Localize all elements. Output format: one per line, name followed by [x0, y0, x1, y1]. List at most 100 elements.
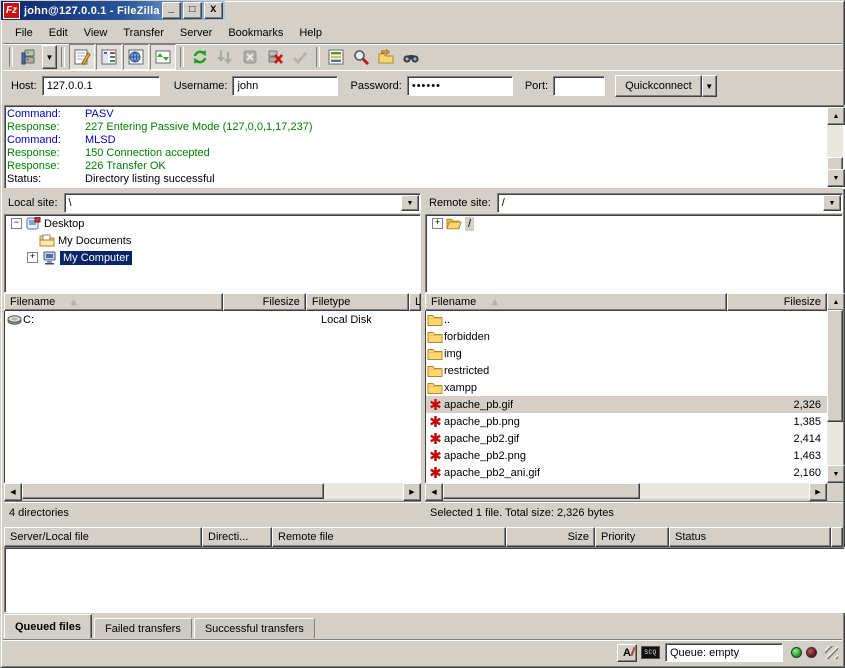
log-line: Response:227 Entering Passive Mode (127,… [7, 121, 826, 134]
scrollbar-thumb[interactable] [22, 483, 324, 499]
toggle-remote-tree-icon[interactable] [123, 44, 149, 70]
column-filesize[interactable]: Filesize [727, 293, 827, 311]
collapse-icon[interactable]: − [11, 218, 22, 229]
speed-limit-indicator-icon[interactable]: SCQ [641, 646, 660, 659]
disconnect-icon[interactable] [263, 45, 287, 69]
tab-failed-transfers[interactable]: Failed transfers [94, 618, 192, 638]
site-manager-dropdown[interactable]: ▼ [42, 45, 57, 69]
title-bar[interactable]: Fz john@127.0.0.1 - FileZilla _ □ X [1, 1, 225, 20]
local-site-combo[interactable]: \ ▼ [64, 193, 421, 213]
filter-icon[interactable] [324, 45, 348, 69]
log-splitter[interactable] [3, 100, 842, 104]
toolbar-separator [316, 47, 320, 67]
tab-queued-files[interactable]: Queued files [4, 614, 92, 638]
remote-file-row[interactable]: .. [426, 311, 827, 328]
remote-file-row[interactable]: apache_pb2.gif2,414 [426, 430, 827, 447]
local-file-list: C: Local Disk [4, 311, 421, 483]
tree-item-root[interactable]: + / [426, 215, 842, 232]
abort-icon[interactable] [288, 45, 312, 69]
local-pane: Local site: \ ▼ − Desktop My Documents +… [4, 193, 421, 523]
column-filename[interactable]: Filename▲ [4, 293, 223, 311]
tab-successful-transfers[interactable]: Successful transfers [194, 618, 315, 638]
host-input[interactable]: 127.0.0.1 [42, 76, 160, 96]
quickconnect-button[interactable]: Quickconnect [615, 75, 702, 97]
remote-file-row[interactable]: restricted [426, 362, 827, 379]
remote-file-row-selected[interactable]: apache_pb.gif2,326 [426, 396, 827, 413]
column-filesize[interactable]: Filesize [223, 293, 306, 311]
queue-body[interactable] [4, 547, 845, 613]
log-line: Response:226 Transfer OK [7, 160, 826, 173]
toggle-local-tree-icon[interactable] [96, 44, 122, 70]
expand-icon[interactable]: + [27, 252, 38, 263]
password-input[interactable]: •••••• [407, 76, 513, 96]
column-direction[interactable]: Directi... [202, 527, 272, 547]
remote-site-combo[interactable]: / ▼ [497, 193, 843, 213]
menu-edit[interactable]: Edit [41, 24, 76, 42]
column-remote-file[interactable]: Remote file [272, 527, 506, 547]
refresh-icon[interactable] [188, 45, 212, 69]
column-filename[interactable]: Filename▲ [425, 293, 727, 311]
remote-file-row[interactable]: apache_pb2_ani.gif2,160 [426, 464, 827, 481]
synchronized-browsing-icon[interactable] [374, 45, 398, 69]
combo-dropdown-icon[interactable]: ▼ [401, 195, 419, 211]
remote-hscrollbar[interactable]: ◀ ▶ [425, 483, 827, 499]
directory-comparison-icon[interactable] [399, 45, 423, 69]
scroll-up-icon[interactable]: ▲ [827, 293, 845, 311]
tree-item-my-computer[interactable]: + My Computer [5, 249, 420, 266]
process-queue-icon[interactable] [213, 45, 237, 69]
remote-file-row[interactable]: apache_pb.png1,385 [426, 413, 827, 430]
column-last-modified[interactable]: L [409, 293, 421, 311]
local-site-label: Local site: [4, 197, 64, 209]
folder-icon [426, 365, 444, 377]
cancel-operation-icon[interactable] [238, 45, 262, 69]
remote-file-row[interactable]: forbidden [426, 328, 827, 345]
scroll-left-icon[interactable]: ◀ [4, 483, 22, 501]
column-priority[interactable]: Priority [595, 527, 669, 547]
log-scrollbar[interactable]: ▲ ▼ [827, 107, 843, 187]
maximize-button[interactable]: □ [183, 2, 202, 19]
remote-vscrollbar[interactable]: ▲ ▼ [827, 293, 843, 483]
remote-file-row[interactable]: xampp [426, 379, 827, 396]
menu-bar: File Edit View Transfer Server Bookmarks… [3, 23, 842, 44]
minimize-button[interactable]: _ [162, 2, 181, 19]
column-filetype[interactable]: Filetype [306, 293, 409, 311]
column-server-local-file[interactable]: Server/Local file [4, 527, 202, 547]
scroll-right-icon[interactable]: ▶ [809, 483, 827, 501]
tree-item-my-documents[interactable]: My Documents [5, 232, 420, 249]
folder-icon [426, 382, 444, 394]
combo-dropdown-icon[interactable]: ▼ [823, 195, 841, 211]
tree-item-desktop[interactable]: − Desktop [5, 215, 420, 232]
expand-icon[interactable]: + [432, 218, 443, 229]
local-hscrollbar[interactable]: ◀ ▶ [4, 483, 421, 499]
scroll-left-icon[interactable]: ◀ [425, 483, 443, 501]
log-line: Status:Directory listing successful [7, 173, 826, 186]
quickconnect-dropdown[interactable]: ▼ [702, 75, 717, 97]
menu-file[interactable]: File [7, 24, 41, 42]
find-icon[interactable] [349, 45, 373, 69]
remote-file-row[interactable]: apache_pb2.png1,463 [426, 447, 827, 464]
menu-view[interactable]: View [76, 24, 116, 42]
scrollbar-thumb[interactable] [827, 310, 843, 422]
local-file-row[interactable]: C: Local Disk [5, 311, 421, 328]
column-status[interactable]: Status [669, 527, 831, 547]
scrollbar-thumb[interactable] [443, 483, 640, 499]
menu-help[interactable]: Help [291, 24, 330, 42]
remote-file-row[interactable]: img [426, 345, 827, 362]
scroll-down-icon[interactable]: ▼ [827, 169, 845, 187]
menu-server[interactable]: Server [172, 24, 220, 42]
toggle-transfer-queue-icon[interactable] [150, 44, 176, 70]
scroll-right-icon[interactable]: ▶ [403, 483, 421, 501]
scroll-down-icon[interactable]: ▼ [827, 465, 845, 483]
toggle-message-log-icon[interactable] [69, 44, 95, 70]
pane-splitter[interactable] [3, 188, 842, 192]
username-input[interactable]: john [232, 76, 338, 96]
close-button[interactable]: X [204, 2, 223, 19]
resize-grip[interactable] [825, 646, 838, 659]
menu-bookmarks[interactable]: Bookmarks [220, 24, 291, 42]
transfer-type-ascii-icon[interactable]: A [617, 644, 637, 662]
scroll-up-icon[interactable]: ▲ [827, 107, 845, 125]
port-input[interactable] [553, 76, 605, 96]
menu-transfer[interactable]: Transfer [115, 24, 172, 42]
column-size[interactable]: Size [506, 527, 595, 547]
site-manager-icon[interactable] [17, 45, 41, 69]
